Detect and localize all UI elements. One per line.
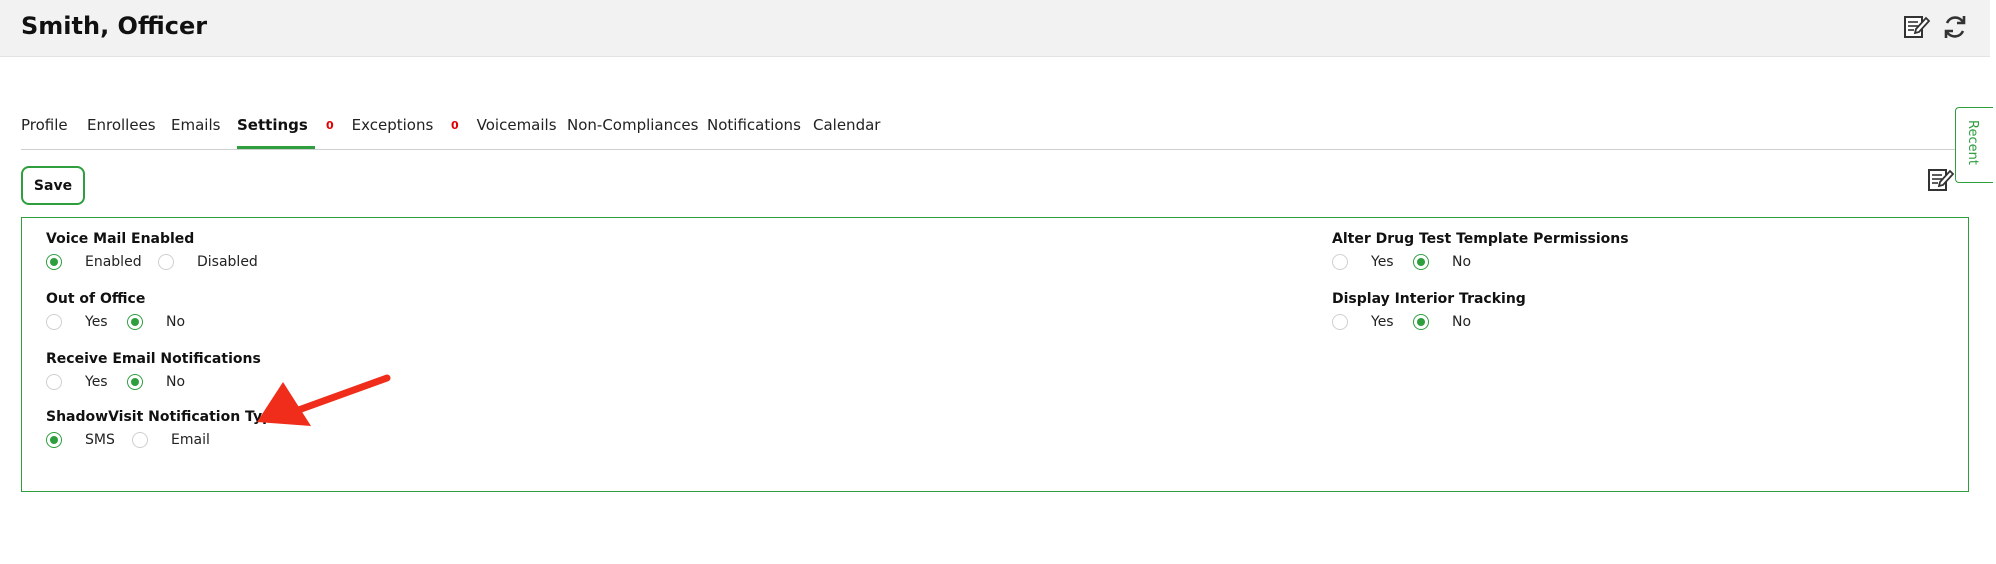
tab-enrollees[interactable]: Enrollees	[87, 116, 156, 134]
drug-test-permissions-setting: Alter Drug Test Template Permissions Yes…	[1332, 231, 1629, 276]
tab-label: Enrollees	[87, 116, 156, 134]
voicemails-count-badge: 0	[451, 119, 459, 132]
tab-profile[interactable]: Profile	[21, 116, 68, 134]
interior-tracking-options: Yes No	[1332, 314, 1526, 336]
shadowvisit-email-radio[interactable]: Email	[132, 432, 210, 448]
shadowvisit-options: SMS Email	[46, 432, 282, 454]
tab-label: Non-Compliances	[567, 116, 699, 134]
radio-unselected[interactable]	[1332, 314, 1348, 330]
option-label: Yes	[85, 314, 108, 330]
shadowvisit-sms-radio[interactable]: SMS	[46, 432, 115, 448]
radio-selected[interactable]	[46, 254, 62, 270]
tab-bar: Profile Enrollees Emails Settings 0 Excep…	[21, 112, 1976, 150]
refresh-icon[interactable]	[1941, 13, 1969, 41]
tab-non-compliances[interactable]: Non-Compliances	[567, 116, 698, 134]
voice-mail-enabled-radio[interactable]: Enabled	[46, 254, 142, 270]
tab-emails[interactable]: Emails	[171, 116, 220, 134]
option-label: Yes	[1371, 314, 1394, 330]
tab-label: Notifications	[707, 116, 801, 134]
setting-label: ShadowVisit Notification Type	[46, 409, 282, 425]
tab-calendar[interactable]: Calendar	[813, 116, 880, 134]
interior-tracking-yes-radio[interactable]: Yes	[1332, 314, 1394, 330]
save-button[interactable]: Save	[21, 166, 85, 205]
voice-mail-setting: Voice Mail Enabled Enabled Disabled	[46, 231, 258, 276]
email-notifications-yes-radio[interactable]: Yes	[46, 374, 108, 390]
radio-selected[interactable]	[1413, 314, 1429, 330]
recent-tab-label: Recent	[1965, 120, 1980, 165]
radio-unselected[interactable]	[46, 314, 62, 330]
tab-notifications[interactable]: Notifications	[707, 116, 801, 134]
recent-side-tab[interactable]: Recent	[1955, 107, 1993, 183]
exceptions-count-badge: 0	[326, 119, 334, 132]
option-label: No	[166, 374, 186, 390]
tab-label: Profile	[21, 116, 68, 134]
setting-label: Alter Drug Test Template Permissions	[1332, 231, 1629, 247]
setting-label: Out of Office	[46, 291, 146, 307]
out-of-office-options: Yes No	[46, 314, 185, 336]
tab-label: Calendar	[813, 116, 881, 134]
annotation-arrow-icon	[257, 374, 391, 426]
voice-mail-disabled-radio[interactable]: Disabled	[158, 254, 258, 270]
voice-mail-options: Enabled Disabled	[46, 254, 258, 276]
out-of-office-yes-radio[interactable]: Yes	[46, 314, 108, 330]
radio-selected[interactable]	[46, 432, 62, 448]
option-label: No	[1452, 254, 1472, 270]
drug-test-options: Yes No	[1332, 254, 1629, 276]
out-of-office-setting: Out of Office Yes No	[46, 291, 185, 336]
interior-tracking-no-radio[interactable]: No	[1413, 314, 1471, 330]
out-of-office-no-radio[interactable]: No	[127, 314, 185, 330]
edit-settings-icon[interactable]	[1926, 166, 1955, 194]
edit-notes-icon[interactable]	[1902, 13, 1931, 41]
tab-label: Settings	[237, 116, 308, 134]
option-label: Enabled	[85, 254, 142, 270]
option-label: Yes	[1371, 254, 1394, 270]
radio-unselected[interactable]	[1332, 254, 1348, 270]
option-label: No	[166, 314, 186, 330]
radio-unselected[interactable]	[46, 374, 62, 390]
tab-settings[interactable]: Settings	[237, 116, 308, 134]
setting-label: Receive Email Notifications	[46, 351, 261, 367]
option-label: No	[1452, 314, 1472, 330]
radio-unselected[interactable]	[158, 254, 174, 270]
setting-label: Display Interior Tracking	[1332, 291, 1526, 307]
tab-label: Exceptions	[351, 116, 434, 134]
radio-unselected[interactable]	[132, 432, 148, 448]
option-label: Disabled	[197, 254, 258, 270]
active-tab-indicator	[237, 146, 315, 149]
drug-test-yes-radio[interactable]: Yes	[1332, 254, 1394, 270]
shadowvisit-setting: ShadowVisit Notification Type SMS Email	[46, 409, 282, 454]
radio-selected[interactable]	[1413, 254, 1429, 270]
page-title: Smith, Officer	[21, 12, 208, 40]
email-notifications-no-radio[interactable]: No	[127, 374, 185, 390]
tab-voicemails[interactable]: 0 Voicemails	[451, 116, 557, 134]
setting-label: Voice Mail Enabled	[46, 231, 195, 247]
interior-tracking-setting: Display Interior Tracking Yes No	[1332, 291, 1526, 336]
email-notifications-setting: Receive Email Notifications Yes No	[46, 351, 261, 396]
settings-panel: Voice Mail Enabled Enabled Disabled Out …	[21, 217, 1969, 492]
drug-test-no-radio[interactable]: No	[1413, 254, 1471, 270]
email-notifications-options: Yes No	[46, 374, 261, 396]
radio-selected[interactable]	[127, 314, 143, 330]
option-label: SMS	[85, 432, 115, 448]
radio-selected[interactable]	[127, 374, 143, 390]
option-label: Yes	[85, 374, 108, 390]
page-header: Smith, Officer	[0, 0, 1990, 57]
tab-label: Emails	[171, 116, 221, 134]
tab-label: Voicemails	[476, 116, 557, 134]
option-label: Email	[171, 432, 210, 448]
tab-exceptions[interactable]: 0 Exceptions	[326, 116, 433, 134]
